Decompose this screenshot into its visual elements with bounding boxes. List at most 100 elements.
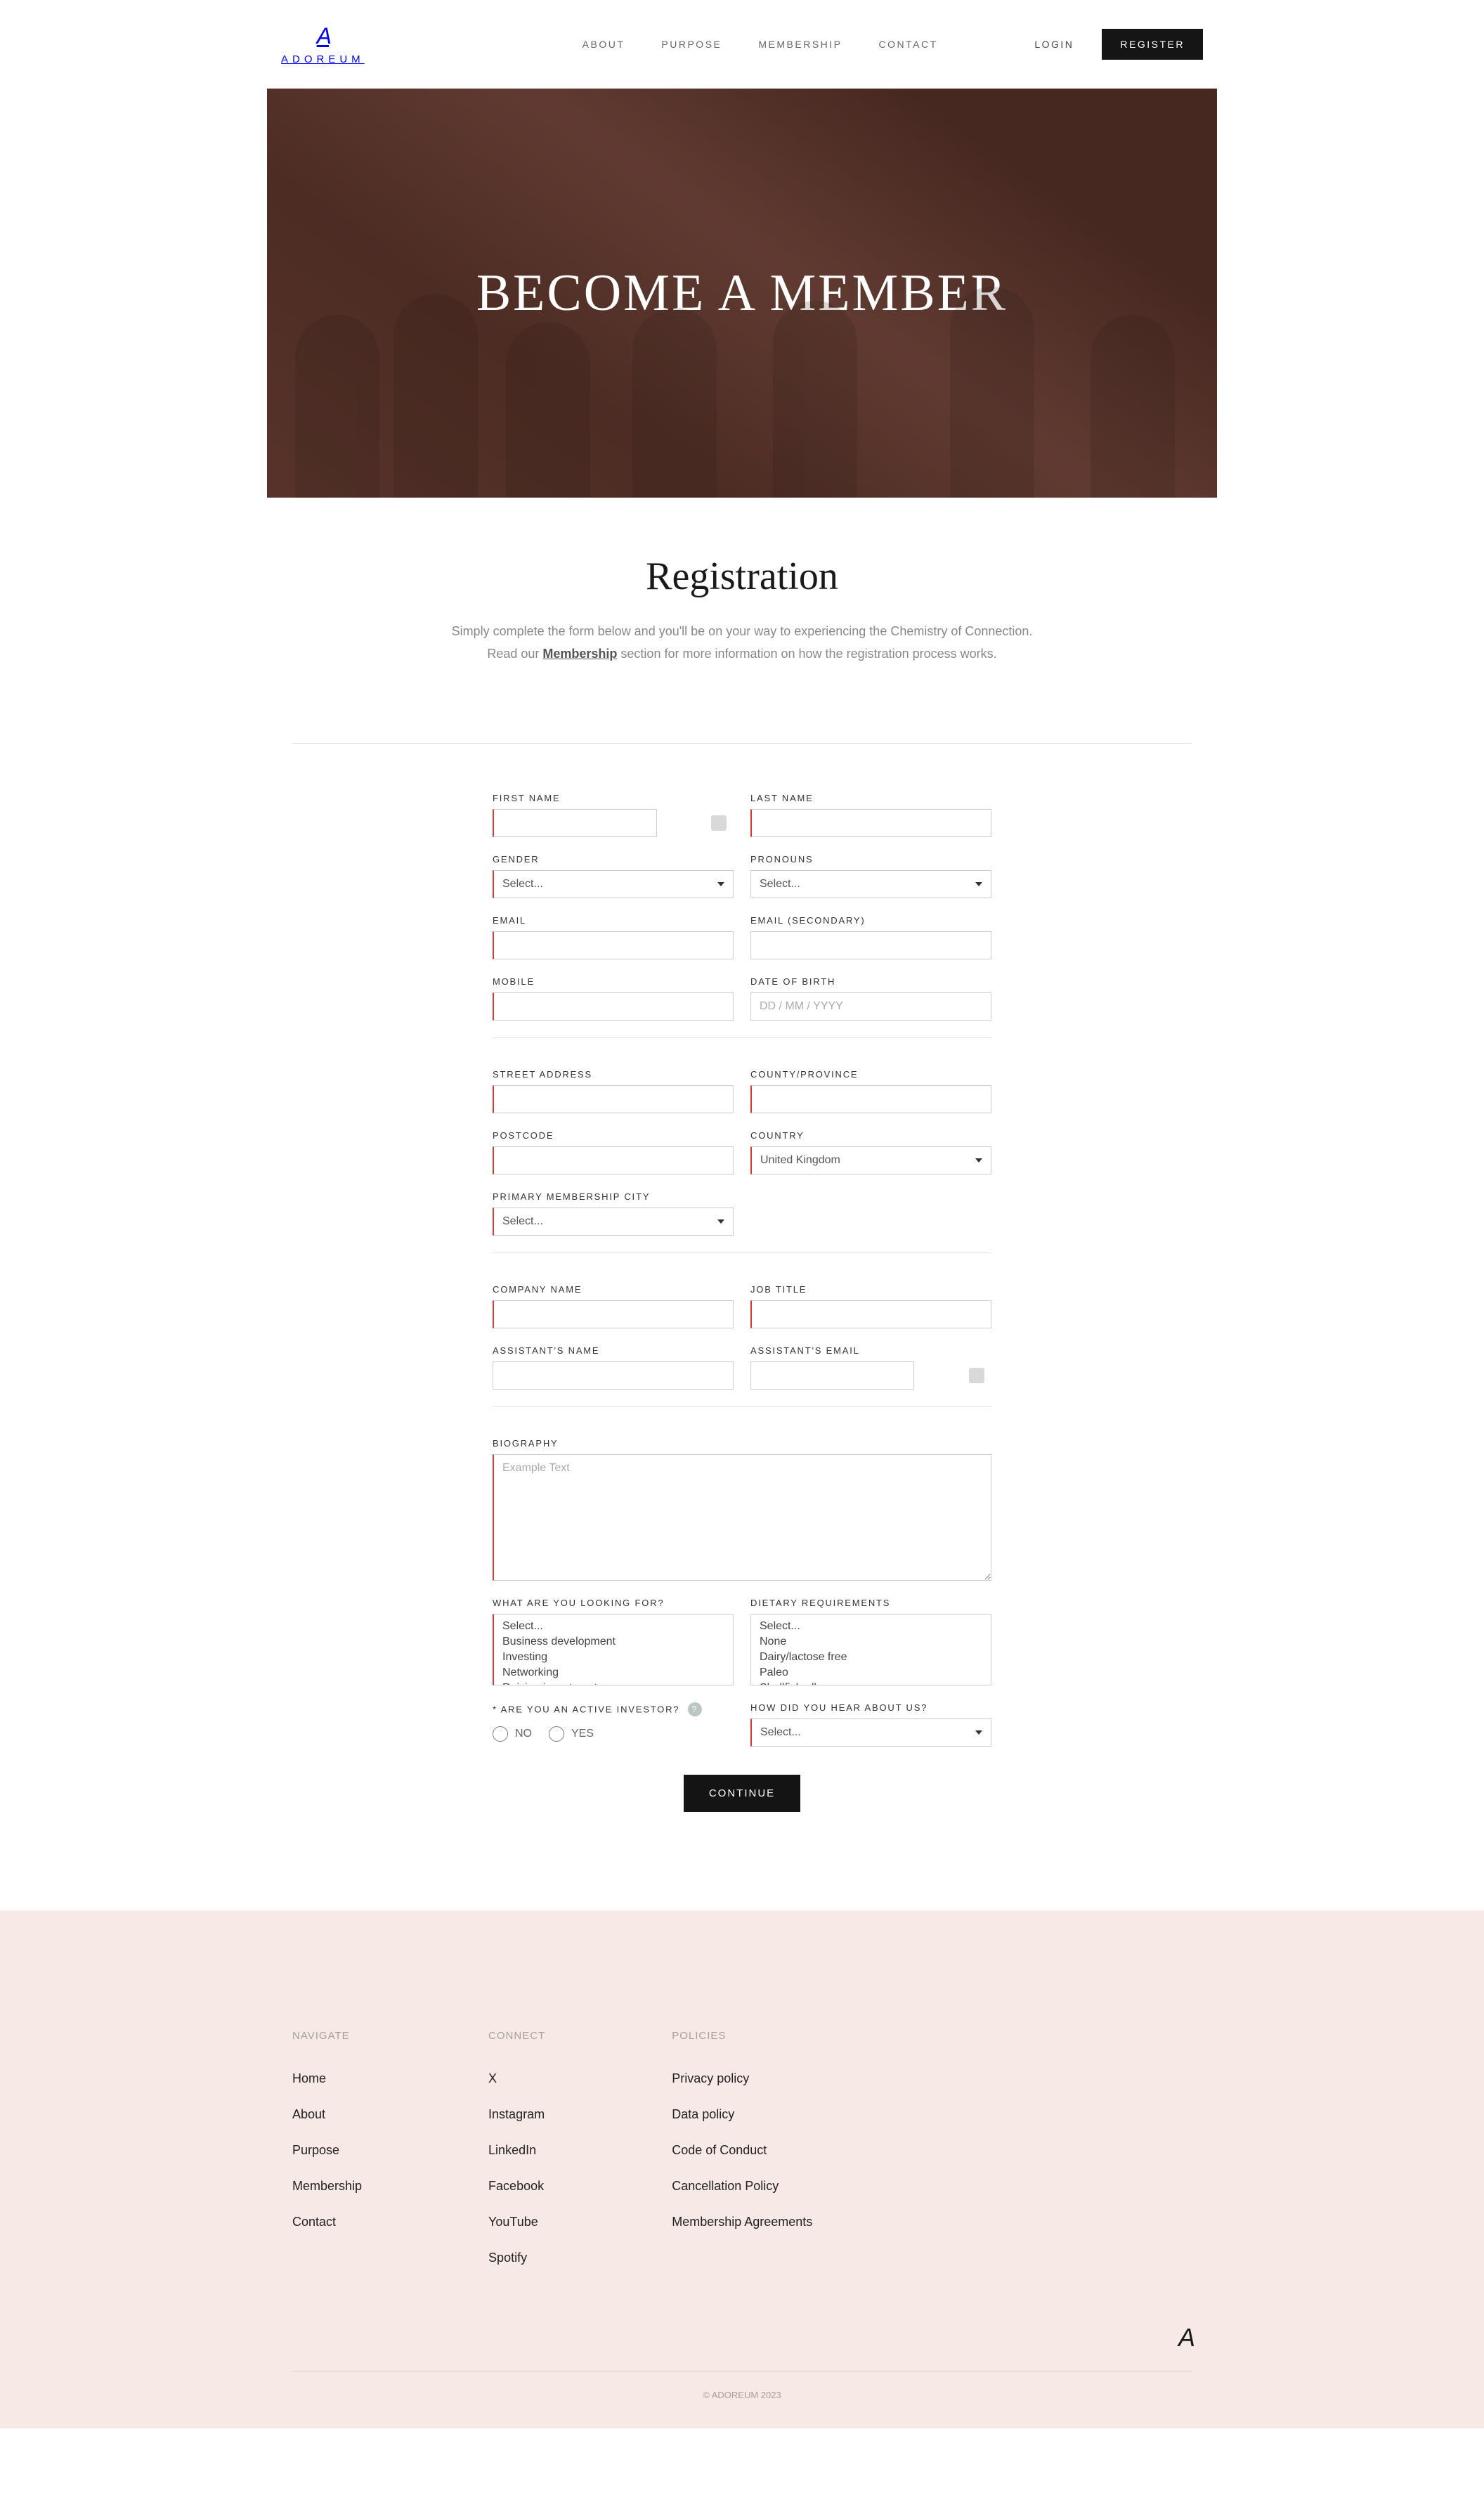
autofill-extension-icon[interactable]	[711, 815, 727, 831]
list-item[interactable]: Networking	[494, 1665, 733, 1681]
city-select[interactable]: Select...	[493, 1208, 734, 1236]
assistant-email-input[interactable]	[750, 1361, 914, 1390]
mobile-label: MOBILE	[493, 976, 734, 987]
postcode-input[interactable]	[493, 1146, 734, 1174]
nav-purpose[interactable]: PURPOSE	[661, 39, 722, 50]
footer-link-cancellation[interactable]: Cancellation Policy	[672, 2179, 812, 2194]
list-item[interactable]: Dairy/lactose free	[751, 1650, 991, 1665]
help-icon[interactable]: ?	[688, 1702, 702, 1716]
dietary-listbox[interactable]: Select... None Dairy/lactose free Paleo …	[750, 1614, 991, 1685]
footer-link-home[interactable]: Home	[292, 2071, 362, 2086]
investor-label-text: ARE YOU AN ACTIVE INVESTOR?	[501, 1704, 680, 1714]
country-select[interactable]: United Kingdom	[750, 1146, 991, 1174]
dob-input[interactable]	[750, 992, 991, 1021]
first-name-label: FIRST NAME	[493, 793, 734, 803]
section-divider-1	[493, 1037, 991, 1038]
required-marker: *	[493, 1704, 497, 1714]
list-item[interactable]: Shellfish allergy	[751, 1681, 991, 1685]
footer-connect-title: CONNECT	[488, 2030, 545, 2042]
assistant-name-label: ASSISTANT'S NAME	[493, 1345, 734, 1356]
footer-col-policies: POLICIES Privacy policy Data policy Code…	[672, 2030, 812, 2286]
section-divider-2	[493, 1252, 991, 1253]
header-actions: LOGIN REGISTER	[1034, 29, 1442, 60]
biography-textarea[interactable]	[493, 1454, 991, 1581]
email-secondary-input[interactable]	[750, 931, 991, 959]
list-item[interactable]: Paleo	[751, 1665, 991, 1681]
investor-no-option[interactable]: NO	[493, 1726, 532, 1742]
footer-link-spotify[interactable]: Spotify	[488, 2251, 545, 2265]
footer-logo-mark-icon: A	[1178, 2323, 1192, 2352]
biography-label: BIOGRAPHY	[493, 1438, 991, 1449]
footer-link-privacy[interactable]: Privacy policy	[672, 2071, 812, 2086]
last-name-input[interactable]	[750, 809, 991, 837]
autofill-extension-icon[interactable]	[969, 1368, 984, 1383]
continue-button[interactable]: CONTINUE	[684, 1775, 800, 1812]
register-button[interactable]: REGISTER	[1102, 29, 1203, 60]
postcode-label: POSTCODE	[493, 1130, 734, 1141]
list-item[interactable]: Select...	[751, 1619, 991, 1634]
company-label: COMPANY NAME	[493, 1284, 734, 1295]
street-label: STREET ADDRESS	[493, 1069, 734, 1080]
login-link[interactable]: LOGIN	[1034, 39, 1074, 50]
gender-label: GENDER	[493, 854, 734, 865]
footer-col-navigate: NAVIGATE Home About Purpose Membership C…	[292, 2030, 362, 2286]
mobile-input[interactable]	[493, 992, 734, 1021]
page-title: Registration	[292, 554, 1192, 599]
list-item[interactable]: None	[751, 1634, 991, 1650]
footer-link-purpose[interactable]: Purpose	[292, 2143, 362, 2158]
investor-radio-group: NO YES	[493, 1722, 734, 1742]
footer-link-x[interactable]: X	[488, 2071, 545, 2086]
street-input[interactable]	[493, 1085, 734, 1113]
dietary-label: DIETARY REQUIREMENTS	[750, 1598, 991, 1608]
footer-link-conduct[interactable]: Code of Conduct	[672, 2143, 812, 2158]
logo-mark-icon: A	[317, 23, 329, 49]
investor-no-radio[interactable]	[493, 1726, 508, 1742]
logo-text: ADOREUM	[281, 53, 365, 65]
city-label: PRIMARY MEMBERSHIP CITY	[493, 1191, 734, 1202]
footer-link-instagram[interactable]: Instagram	[488, 2107, 545, 2122]
hear-about-label: HOW DID YOU HEAR ABOUT US?	[750, 1702, 991, 1713]
investor-yes-radio[interactable]	[549, 1726, 564, 1742]
email-input[interactable]	[493, 931, 734, 959]
list-item[interactable]: Select...	[494, 1619, 733, 1634]
logo[interactable]: A ADOREUM	[42, 23, 365, 65]
investor-yes-option[interactable]: YES	[549, 1726, 594, 1742]
footer-link-membership[interactable]: Membership	[292, 2179, 362, 2194]
gender-select[interactable]: Select...	[493, 870, 734, 898]
nav-about[interactable]: ABOUT	[582, 39, 625, 50]
job-label: JOB TITLE	[750, 1284, 991, 1295]
investor-label: * ARE YOU AN ACTIVE INVESTOR? ?	[493, 1702, 734, 1716]
primary-nav: ABOUT PURPOSE MEMBERSHIP CONTACT	[582, 39, 938, 50]
list-item[interactable]: Business development	[494, 1634, 733, 1650]
hero-banner: BECOME A MEMBER	[267, 89, 1217, 498]
list-item[interactable]: Raising investment	[494, 1681, 733, 1685]
footer-link-agreements[interactable]: Membership Agreements	[672, 2215, 812, 2229]
footer-link-linkedin[interactable]: LinkedIn	[488, 2143, 545, 2158]
footer-link-youtube[interactable]: YouTube	[488, 2215, 545, 2229]
footer-link-contact[interactable]: Contact	[292, 2215, 362, 2229]
investor-no-label: NO	[515, 1728, 532, 1740]
job-input[interactable]	[750, 1300, 991, 1328]
list-item[interactable]: Investing	[494, 1650, 733, 1665]
footer-link-data[interactable]: Data policy	[672, 2107, 812, 2122]
pronouns-label: PRONOUNS	[750, 854, 991, 865]
membership-info-link[interactable]: Membership	[542, 647, 617, 661]
dob-label: DATE OF BIRTH	[750, 976, 991, 987]
footer-link-about[interactable]: About	[292, 2107, 362, 2122]
assistant-name-input[interactable]	[493, 1361, 734, 1390]
intro-line-1: Simply complete the form below and you'l…	[292, 620, 1192, 642]
first-name-input[interactable]	[493, 809, 657, 837]
company-input[interactable]	[493, 1300, 734, 1328]
footer-link-facebook[interactable]: Facebook	[488, 2179, 545, 2194]
looking-for-label: WHAT ARE YOU LOOKING FOR?	[493, 1598, 734, 1608]
site-footer: NAVIGATE Home About Purpose Membership C…	[0, 1910, 1484, 2428]
footer-navigate-title: NAVIGATE	[292, 2030, 362, 2042]
hear-about-select[interactable]: Select...	[750, 1718, 991, 1747]
nav-membership[interactable]: MEMBERSHIP	[758, 39, 842, 50]
looking-for-listbox[interactable]: Select... Business development Investing…	[493, 1614, 734, 1685]
registration-intro: Registration Simply complete the form be…	[292, 498, 1192, 744]
county-input[interactable]	[750, 1085, 991, 1113]
nav-contact[interactable]: CONTACT	[879, 39, 938, 50]
pronouns-select[interactable]: Select...	[750, 870, 991, 898]
email-secondary-label: EMAIL (SECONDARY)	[750, 915, 991, 926]
